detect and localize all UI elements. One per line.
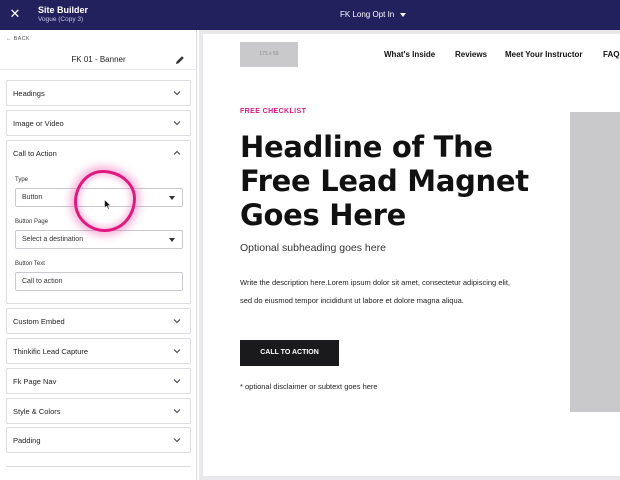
- panel-label: Padding: [13, 436, 41, 445]
- subheading: Optional subheading goes here: [240, 242, 386, 254]
- app-subtitle: Vogue (Copy 3): [38, 16, 84, 23]
- image-placeholder: [570, 112, 620, 412]
- caret-down-icon: [169, 238, 175, 242]
- panel-custom-embed[interactable]: Custom Embed: [6, 308, 191, 334]
- chevron-up-icon: [173, 150, 181, 155]
- panel-label: Image or Video: [13, 119, 64, 128]
- panel-label: Style & Colors: [13, 407, 61, 416]
- panel-fk-page-nav[interactable]: Fk Page Nav: [6, 368, 191, 394]
- panel-fk-page-nav-header[interactable]: Fk Page Nav: [7, 369, 190, 393]
- close-icon[interactable]: ✕: [8, 7, 22, 21]
- panel-image-or-video-header[interactable]: Image or Video: [7, 111, 190, 135]
- back-link[interactable]: ← BACK: [6, 36, 30, 42]
- panel-padding[interactable]: Padding: [6, 427, 191, 453]
- eyebrow-label: FREE CHECKLIST: [240, 108, 307, 115]
- type-select[interactable]: Button: [15, 188, 183, 207]
- type-label: Type: [15, 177, 29, 183]
- preview-canvas: 175 x 50 What's Inside Reviews Meet Your…: [203, 34, 620, 476]
- button-page-label: Button Page: [15, 219, 49, 225]
- panel-label: Custom Embed: [13, 317, 65, 326]
- panel-call-to-action-header[interactable]: Call to Action: [7, 141, 190, 165]
- disclaimer: * optional disclaimer or subtext goes he…: [240, 382, 378, 391]
- button-page-select[interactable]: Select a destination: [15, 230, 183, 249]
- sidebar-divider: [6, 466, 191, 467]
- panel-custom-embed-header[interactable]: Custom Embed: [7, 309, 190, 333]
- caret-down-icon: [169, 196, 175, 200]
- panel-headings[interactable]: Headings: [6, 80, 191, 106]
- panel-thinkific-lead-capture-header[interactable]: Thinkific Lead Capture: [7, 339, 190, 363]
- section-title: FK 01 - Banner: [71, 55, 126, 64]
- chevron-down-icon: [173, 379, 181, 384]
- panel-style-colors-header[interactable]: Style & Colors: [7, 399, 190, 423]
- page-preview: 175 x 50 What's Inside Reviews Meet Your…: [199, 30, 620, 480]
- headline: Headline of The Free Lead Magnet Goes He…: [240, 130, 529, 232]
- chevron-down-icon: [173, 319, 181, 324]
- pencil-icon[interactable]: [175, 55, 185, 65]
- type-select-value: Button: [22, 194, 43, 201]
- cursor-arrow-icon: [104, 199, 112, 210]
- app-title: Site Builder: [38, 5, 89, 15]
- nav-link-faq[interactable]: FAQ: [603, 50, 619, 59]
- page-select-label: FK Long Opt In: [340, 10, 395, 19]
- chevron-down-icon: [173, 409, 181, 414]
- chevron-down-icon: [173, 91, 181, 96]
- description: Write the description here.Lorem ipsum d…: [240, 278, 510, 305]
- back-label: BACK: [13, 36, 30, 42]
- panel-label: Headings: [13, 89, 45, 98]
- button-text-input[interactable]: [15, 272, 183, 291]
- panel-padding-header[interactable]: Padding: [7, 428, 190, 452]
- sidebar-header: FK 01 - Banner: [0, 50, 197, 70]
- sidebar: ← BACK FK 01 - Banner Headings Image or …: [0, 30, 197, 480]
- page-select[interactable]: FK Long Opt In: [340, 10, 407, 19]
- panel-label: Fk Page Nav: [13, 377, 57, 386]
- caret-down-icon: [400, 12, 407, 17]
- panel-headings-header[interactable]: Headings: [7, 81, 190, 105]
- chevron-down-icon: [173, 349, 181, 354]
- panel-label: Call to Action: [13, 149, 57, 158]
- panel-thinkific-lead-capture[interactable]: Thinkific Lead Capture: [6, 338, 191, 364]
- panel-call-to-action: Call to Action Type Button Button Page S…: [6, 140, 191, 304]
- chevron-down-icon: [173, 121, 181, 126]
- chevron-down-icon: [173, 438, 181, 443]
- logo-placeholder: 175 x 50: [240, 42, 298, 67]
- cta-button[interactable]: CALL TO ACTION: [240, 340, 339, 366]
- arrow-left-icon: ←: [6, 36, 12, 42]
- panel-label: Thinkific Lead Capture: [13, 347, 89, 356]
- button-text-label: Button Text: [15, 261, 45, 267]
- nav-link-meet-your-instructor[interactable]: Meet Your Instructor: [505, 50, 583, 59]
- nav-link-whats-inside[interactable]: What's Inside: [384, 50, 435, 59]
- panel-style-colors[interactable]: Style & Colors: [6, 398, 191, 424]
- panel-image-or-video[interactable]: Image or Video: [6, 110, 191, 136]
- top-bar: ✕ Site Builder Vogue (Copy 3) FK Long Op…: [0, 0, 620, 30]
- nav-link-reviews[interactable]: Reviews: [455, 50, 487, 59]
- button-page-select-value: Select a destination: [22, 236, 84, 243]
